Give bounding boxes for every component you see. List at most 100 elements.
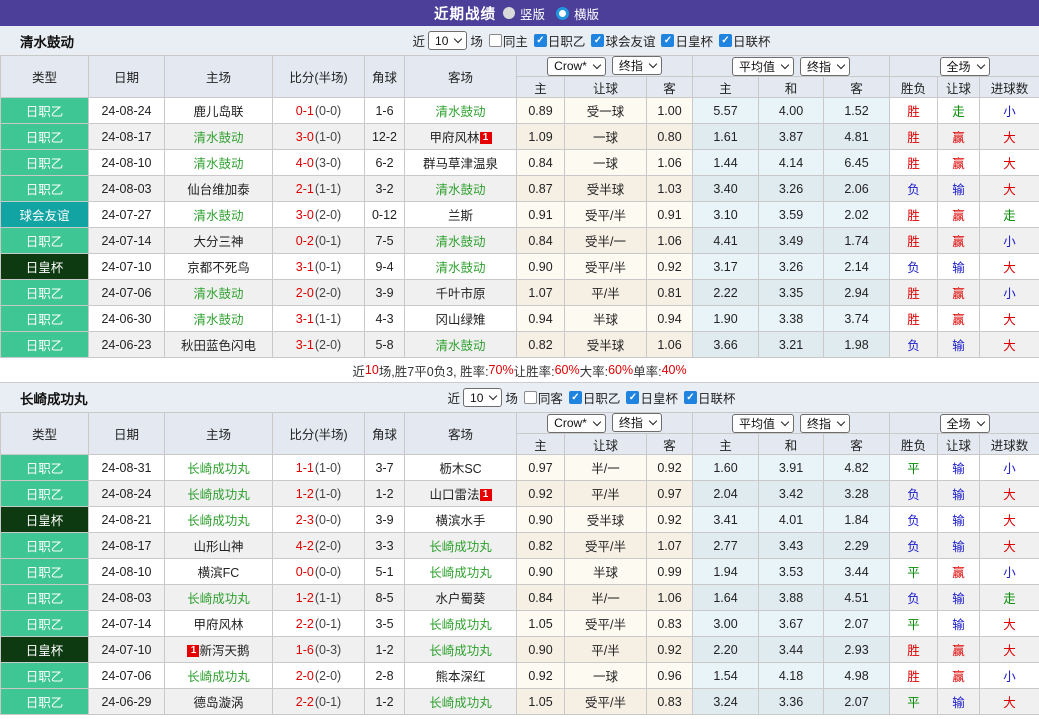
chevron-down-icon [781,60,789,68]
league-checkbox[interactable]: ✓ [591,34,604,47]
avg-odds-select[interactable]: 平均值 [732,414,794,433]
odds-company-select[interactable]: Crow* [547,57,606,76]
away-team[interactable]: 横滨水手 [435,514,485,528]
league-filter[interactable]: ✓日联杯 [719,31,771,50]
full-time-score: 2-2 [296,617,314,631]
home-team[interactable]: 长崎成功丸 [187,592,250,606]
same-venue-filter[interactable]: 同客 [524,388,563,407]
match-count-select[interactable]: 10 [463,388,502,407]
home-team[interactable]: 德岛漩涡 [193,696,243,710]
away-team[interactable]: 千叶市原 [435,287,485,301]
league-filter[interactable]: ✓日皇杯 [626,388,678,407]
league-checkbox[interactable]: ✓ [661,34,674,47]
corners: 3-9 [365,280,405,306]
match-date: 24-08-03 [89,176,165,202]
league-checkbox[interactable]: ✓ [719,34,732,47]
away-team[interactable]: 山口雷法1 [429,488,491,502]
chevron-down-icon [976,60,984,68]
filter-controls: 近10场同客✓日职乙✓日皇杯✓日联杯 [448,388,736,407]
away-team[interactable]: 长崎成功丸 [429,566,492,580]
chevron-down-icon [976,417,984,425]
away-team[interactable]: 清水鼓动 [435,339,485,353]
home-team[interactable]: 长崎成功丸 [187,670,250,684]
column-header: 主场 [165,413,273,455]
avg-select-group: 平均值终指 [693,56,890,77]
away-team[interactable]: 枥木SC [439,462,481,476]
home-team[interactable]: 长崎成功丸 [187,462,250,476]
away-team-name: 长崎成功丸 [429,644,492,658]
scope-select-value: 全场 [947,415,971,432]
home-team[interactable]: 秋田蓝色闪电 [181,339,256,353]
home-team[interactable]: 清水鼓动 [193,157,243,171]
odds-select-group: Crow* 终指 [517,413,693,434]
odds-handicap: 平/半 [565,280,647,306]
league-filter[interactable]: ✓日职乙 [569,388,621,407]
same-venue-filter[interactable]: 同主 [489,31,528,50]
league-checkbox[interactable]: ✓ [684,391,697,404]
away-team[interactable]: 长崎成功丸 [429,540,492,554]
half-time-score: (2-0) [315,208,341,222]
home-team[interactable]: 清水鼓动 [193,209,243,223]
home-team[interactable]: 山形山神 [193,540,243,554]
final-odds-select-2[interactable]: 终指 [800,57,850,76]
avg-odds-select[interactable]: 平均值 [732,57,794,76]
league-checkbox[interactable]: ✓ [626,391,639,404]
match-date: 24-08-24 [89,481,165,507]
avg-draw: 3.21 [759,332,824,358]
away-team[interactable]: 清水鼓动 [435,261,485,275]
home-team[interactable]: 长崎成功丸 [187,488,250,502]
same-venue-checkbox[interactable] [489,34,502,47]
away-team[interactable]: 甲府风林1 [429,131,491,145]
avg-away: 1.74 [824,228,890,254]
odds-handicap: 受半球 [565,332,647,358]
result-goals: 大 [980,176,1039,202]
odds-company-select[interactable]: Crow* [547,414,606,433]
away-team[interactable]: 长崎成功丸 [429,644,492,658]
league-filter[interactable]: ✓球会友谊 [591,31,655,50]
home-team[interactable]: 清水鼓动 [193,287,243,301]
final-odds-select[interactable]: 终指 [612,56,662,75]
away-team-cell: 长崎成功丸 [405,559,517,585]
home-team-name: 横滨FC [198,566,240,580]
away-team[interactable]: 清水鼓动 [435,235,485,249]
away-team[interactable]: 清水鼓动 [435,105,485,119]
home-team[interactable]: 横滨FC [198,566,240,580]
league-checkbox[interactable]: ✓ [569,391,582,404]
radio-horizontal-layout[interactable] [556,7,569,20]
league-filter[interactable]: ✓日联杯 [684,388,736,407]
result-outcome: 负 [890,254,938,280]
home-team[interactable]: 甲府风林 [193,618,243,632]
same-venue-checkbox[interactable] [524,391,537,404]
home-team[interactable]: 清水鼓动 [193,313,243,327]
away-team[interactable]: 冈山绿雉 [435,313,485,327]
scope-select[interactable]: 全场 [940,57,990,76]
home-team[interactable]: 长崎成功丸 [187,514,250,528]
away-team[interactable]: 长崎成功丸 [429,696,492,710]
away-team[interactable]: 长崎成功丸 [429,618,492,632]
league-badge: 日职乙 [1,481,89,507]
sub-column-header: 和 [759,77,824,98]
league-filter[interactable]: ✓日皇杯 [661,31,713,50]
match-count-select[interactable]: 10 [428,31,467,50]
league-checkbox[interactable]: ✓ [534,34,547,47]
home-team[interactable]: 仙台维加泰 [187,183,250,197]
team-name: 长崎成功丸 [20,388,88,408]
league-filter[interactable]: ✓日职乙 [534,31,586,50]
home-team[interactable]: 大分三神 [193,235,243,249]
final-odds-select[interactable]: 终指 [612,413,662,432]
home-team[interactable]: 京都不死鸟 [187,261,250,275]
away-team[interactable]: 群马草津温泉 [423,157,498,171]
home-team[interactable]: 鹿儿岛联 [193,105,243,119]
recent-results-page: 近期战绩 竖版 横版 清水鼓动近10场同主✓日职乙✓球会友谊✓日皇杯✓日联杯类型… [0,0,1039,719]
away-team[interactable]: 兰斯 [448,209,473,223]
half-time-score: (1-0) [315,461,341,475]
home-team[interactable]: 清水鼓动 [193,131,243,145]
vertical-layout-label: 竖版 [520,4,545,23]
away-team[interactable]: 清水鼓动 [435,183,485,197]
scope-select[interactable]: 全场 [940,414,990,433]
final-odds-select-2[interactable]: 终指 [800,414,850,433]
radio-vertical-layout[interactable] [503,7,515,19]
away-team[interactable]: 熊本深红 [435,670,485,684]
away-team[interactable]: 水户蜀葵 [435,592,485,606]
home-team[interactable]: 1新泻天鹅 [187,644,249,658]
